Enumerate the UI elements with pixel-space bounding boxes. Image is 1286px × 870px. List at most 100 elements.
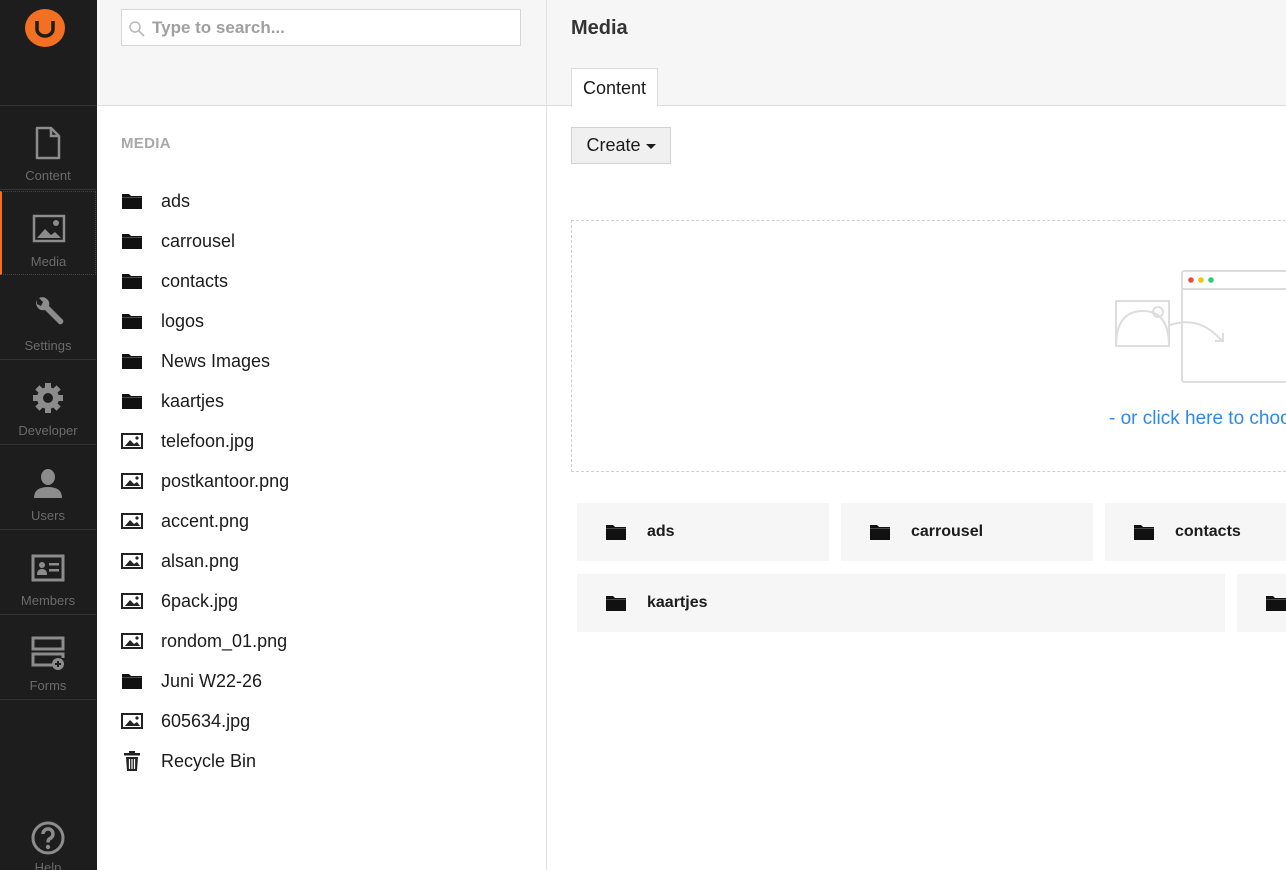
upload-dropzone[interactable]: - or click here to choose files (571, 220, 1286, 472)
nav-item-label: Developer (18, 423, 78, 438)
tree-item-label: telefoon.jpg (161, 430, 255, 451)
tree-item[interactable]: alsan.png (121, 541, 541, 581)
folder-icon (121, 351, 143, 371)
folder-tile-label: contacts (1175, 523, 1241, 540)
image-file-icon (121, 471, 143, 491)
folder-icon (1133, 522, 1155, 542)
nav-item-members[interactable]: Members (0, 531, 96, 615)
choose-files-link[interactable]: - or click here to choose files (1109, 408, 1286, 430)
tree-list: ads carrousel contacts logos News Images kaar… (121, 181, 541, 781)
user-icon (34, 469, 62, 498)
image-file-icon (121, 551, 143, 571)
folder-icon (869, 522, 891, 542)
nav-item-label: Forms (29, 678, 67, 693)
tree-item[interactable]: Juni W22-26 (121, 661, 541, 701)
tree-item-label: alsan.png (161, 550, 240, 571)
search-icon (129, 21, 145, 37)
folder-tile[interactable]: contacts (1105, 503, 1286, 561)
tree-item[interactable]: 605634.jpg (121, 701, 541, 741)
nav-item-label: Media (30, 254, 67, 269)
tree-item[interactable]: telefoon.jpg (121, 421, 541, 461)
folder-tile-label: kaartjes (647, 594, 708, 611)
tree-item[interactable]: carrousel (121, 221, 541, 261)
tree-item[interactable]: 6pack.jpg (121, 581, 541, 621)
nav-item-label: Users (31, 508, 65, 523)
nav-item-settings[interactable]: Settings (0, 276, 96, 360)
image-file-icon (121, 711, 143, 731)
folder-tile[interactable]: carrousel (841, 503, 1093, 561)
nav-item-content[interactable]: Content (0, 106, 96, 190)
folder-tile-label: ads (647, 523, 675, 540)
page-title: Media (571, 17, 628, 39)
search-input[interactable] (152, 10, 512, 45)
tree-item-label: logos (161, 310, 205, 331)
folder-icon (121, 671, 143, 691)
main-nav-rail: Content Media Settings Developer Users M… (0, 0, 97, 870)
image-file-icon (121, 591, 143, 611)
tree-item-label: rondom_01.png (161, 630, 288, 651)
folder-tile[interactable]: kaartjes (577, 574, 1225, 632)
tree-item-label: kaartjes (161, 390, 225, 411)
tree-item-label: Recycle Bin (161, 750, 257, 771)
media-tree-panel: MEDIA ads carrousel contacts logos News Imag… (97, 0, 547, 870)
nav-item-label: Settings (24, 338, 72, 353)
image-file-icon (121, 511, 143, 531)
nav-item-help[interactable]: Help (0, 818, 96, 870)
create-button[interactable]: Create (571, 127, 671, 164)
form-add-icon (31, 636, 65, 670)
gear-icon (33, 383, 63, 413)
tree-item-label: 6pack.jpg (161, 590, 239, 611)
tree-item[interactable]: logos (121, 301, 541, 341)
tab-content[interactable]: Content (571, 68, 658, 107)
tree-item[interactable]: accent.png (121, 501, 541, 541)
drag-drop-illustration-icon (1115, 270, 1286, 383)
image-file-icon (121, 431, 143, 451)
main-content: Media Content Create - or click here to … (547, 0, 1286, 870)
image-icon (32, 214, 65, 243)
tree-item-label: accent.png (161, 510, 250, 531)
image-file-icon (121, 631, 143, 651)
tree-item[interactable]: kaartjes (121, 381, 541, 421)
wrench-icon (36, 297, 64, 325)
editor-header: Media Content (547, 0, 1286, 107)
tree-item-label: carrousel (161, 230, 236, 251)
tree-item[interactable]: postkantoor.png (121, 461, 541, 501)
caret-down-icon (645, 144, 656, 149)
tree-item-label: News Images (161, 350, 271, 371)
tree-item[interactable]: contacts (121, 261, 541, 301)
tree-section-title: MEDIA (121, 135, 171, 152)
folder-icon (121, 311, 143, 331)
folder-icon (121, 231, 143, 251)
tree-item[interactable]: News Images (121, 341, 541, 381)
tree-item[interactable]: ads (121, 181, 541, 221)
folder-tile[interactable] (1237, 574, 1286, 632)
tree-item-label: Juni W22-26 (161, 670, 263, 691)
nav-item-label: Help (34, 860, 62, 870)
tree-item-label: ads (161, 190, 191, 211)
nav-item-users[interactable]: Users (0, 446, 96, 530)
umbraco-logo[interactable] (25, 9, 65, 47)
nav-item-developer[interactable]: Developer (0, 361, 96, 445)
nav-item-media[interactable]: Media (0, 191, 96, 275)
nav-item-label: Content (25, 168, 71, 183)
folder-icon (605, 522, 627, 542)
create-button-label: Create (586, 135, 641, 155)
folder-icon (121, 271, 143, 291)
tree-header (97, 0, 546, 106)
trash-icon (121, 751, 143, 771)
tree-item[interactable]: Recycle Bin (121, 741, 541, 781)
folder-icon (605, 593, 627, 613)
folder-tile[interactable]: ads (577, 503, 829, 561)
folder-icon (121, 191, 143, 211)
tree-item-label: postkantoor.png (161, 470, 290, 491)
folder-icon (121, 391, 143, 411)
folder-tile-label: carrousel (911, 523, 984, 540)
tree-item-label: contacts (161, 270, 229, 291)
tree-item[interactable]: rondom_01.png (121, 621, 541, 661)
search-box[interactable] (121, 9, 521, 46)
id-card-icon (31, 554, 65, 582)
nav-item-forms[interactable]: Forms (0, 616, 96, 700)
folder-icon (1265, 593, 1286, 613)
tree-item-label: 605634.jpg (161, 710, 251, 731)
document-icon (35, 126, 61, 160)
